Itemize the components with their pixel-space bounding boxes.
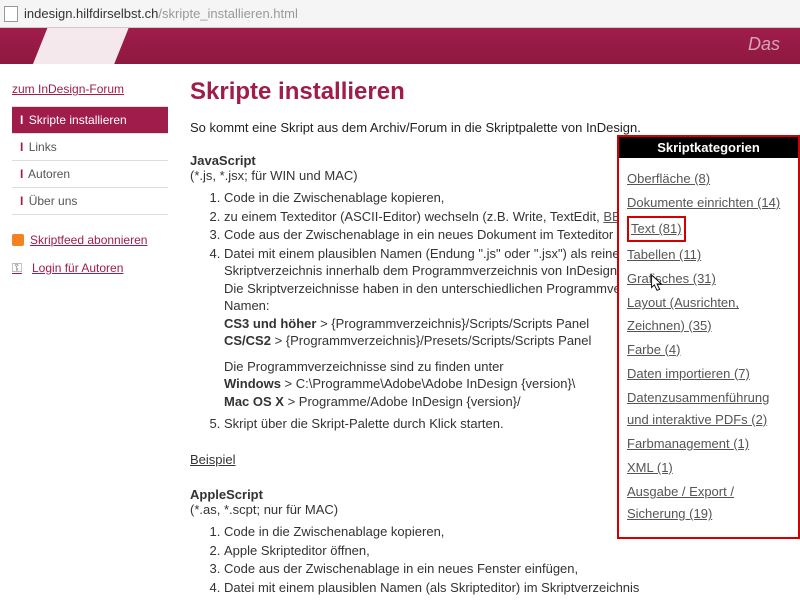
cat-text[interactable]: Text (81) (631, 221, 682, 236)
url-path: /skripte_installieren.html (158, 6, 297, 21)
cat-layout[interactable]: Layout (Ausrichten, Zeichnen) (35) (627, 295, 739, 332)
login-label: Login für Autoren (32, 261, 123, 275)
cat-oberflaeche[interactable]: Oberfläche (8) (627, 171, 710, 186)
page-icon (4, 6, 18, 22)
header-tagline: Das (748, 34, 780, 55)
cat-daten-import[interactable]: Daten importieren (7) (627, 366, 750, 381)
list-item: Datei mit einem plausiblen Namen (als Sk… (224, 579, 784, 597)
nav-marker: I (20, 194, 23, 208)
intro-text: So kommt eine Skript aus dem Archiv/Foru… (190, 120, 784, 135)
url-input[interactable]: indesign.hilfdirselbst.ch/skripte_instal… (24, 6, 796, 21)
cat-tabellen[interactable]: Tabellen (11) (627, 247, 701, 262)
nav-marker: I (20, 140, 23, 154)
logo-swoosh (25, 28, 136, 64)
nav-label: Autoren (28, 167, 70, 181)
category-title: Skriptkategorien (619, 137, 798, 158)
cat-farbe[interactable]: Farbe (4) (627, 342, 680, 357)
list-item: Apple Skripteditor öffnen, (224, 542, 784, 560)
cat-ausgabe[interactable]: Ausgabe / Export / Sicherung (19) (627, 484, 734, 521)
cat-dokumente[interactable]: Dokumente einrichten (14) (627, 195, 780, 210)
cat-grafisches[interactable]: Grafisches (31) (627, 271, 716, 286)
category-list: Oberfläche (8) Dokumente einrichten (14)… (619, 158, 798, 537)
feed-label: Skriptfeed abonnieren (30, 233, 147, 247)
feed-link[interactable]: Skriptfeed abonnieren (12, 233, 168, 247)
nav-ueber-uns[interactable]: I Über uns (12, 187, 168, 215)
key-icon: ⚿ (12, 261, 26, 275)
nav-label: Über uns (29, 194, 78, 208)
forum-link[interactable]: zum InDesign-Forum (12, 82, 168, 96)
sidebar: zum InDesign-Forum I Skripte installiere… (0, 72, 168, 606)
site-header: Das (0, 28, 800, 64)
list-item: Code aus der Zwischenablage in ein neues… (224, 560, 784, 578)
category-box: Skriptkategorien Oberfläche (8) Dokument… (617, 135, 800, 539)
url-host: indesign.hilfdirselbst.ch (24, 6, 158, 21)
nav-marker: I (20, 113, 23, 127)
rss-icon (12, 234, 24, 246)
nav-marker: I (20, 167, 23, 181)
browser-address-bar: indesign.hilfdirselbst.ch/skripte_instal… (0, 0, 800, 28)
login-link[interactable]: ⚿ Login für Autoren (12, 261, 168, 275)
cat-farbmanagement[interactable]: Farbmanagement (1) (627, 436, 749, 451)
nav-skripte-installieren[interactable]: I Skripte installieren (12, 106, 168, 133)
cat-xml[interactable]: XML (1) (627, 460, 673, 475)
nav-autoren[interactable]: I Autoren (12, 160, 168, 187)
nav-label: Skripte installieren (29, 113, 127, 127)
nav-label: Links (29, 140, 57, 154)
beispiel-link[interactable]: Beispiel (190, 452, 236, 467)
cat-datenzusammen[interactable]: Datenzusammenführung und interaktive PDF… (627, 390, 769, 427)
page-title: Skripte installieren (190, 78, 784, 106)
nav-links[interactable]: I Links (12, 133, 168, 160)
